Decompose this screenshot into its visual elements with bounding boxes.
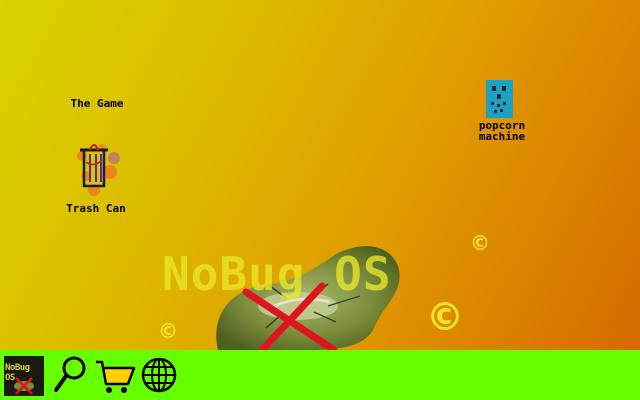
copyright-mark-small-right: ©: [470, 231, 490, 255]
trash-can-icon: [77, 144, 120, 196]
magnifier-search-icon: [54, 356, 86, 392]
start-button-bug-icon: [14, 377, 34, 395]
popcorn-machine-icon: [486, 80, 513, 118]
trash-can-label: Trash Can: [66, 202, 126, 215]
browser-button[interactable]: [140, 356, 178, 394]
shop-button[interactable]: [94, 354, 136, 396]
the-game-label: The Game: [70, 97, 124, 110]
desktop-icon-popcorn-machine[interactable]: popcorn machine: [456, 78, 548, 146]
shopping-cart-icon: [96, 360, 136, 393]
desktop-icon-trash-can[interactable]: Trash Can: [46, 132, 146, 216]
desktop-icon-the-game[interactable]: The Game: [50, 96, 144, 112]
nobug-os-start-button[interactable]: NoBug OS: [4, 356, 44, 396]
nobug-os-wallpaper-logo: NoBug OS: [162, 247, 392, 301]
popcorn-machine-label: popcorn machine: [478, 119, 526, 143]
globe-icon: [141, 357, 177, 393]
copyright-mark-small-left: ©: [158, 319, 178, 343]
taskbar: NoBug OS: [0, 350, 640, 400]
copyright-mark-large: ©: [426, 295, 464, 339]
desktop: The Game Trash Can popcorn machine NoBug…: [0, 0, 640, 350]
search-button[interactable]: [52, 354, 88, 396]
